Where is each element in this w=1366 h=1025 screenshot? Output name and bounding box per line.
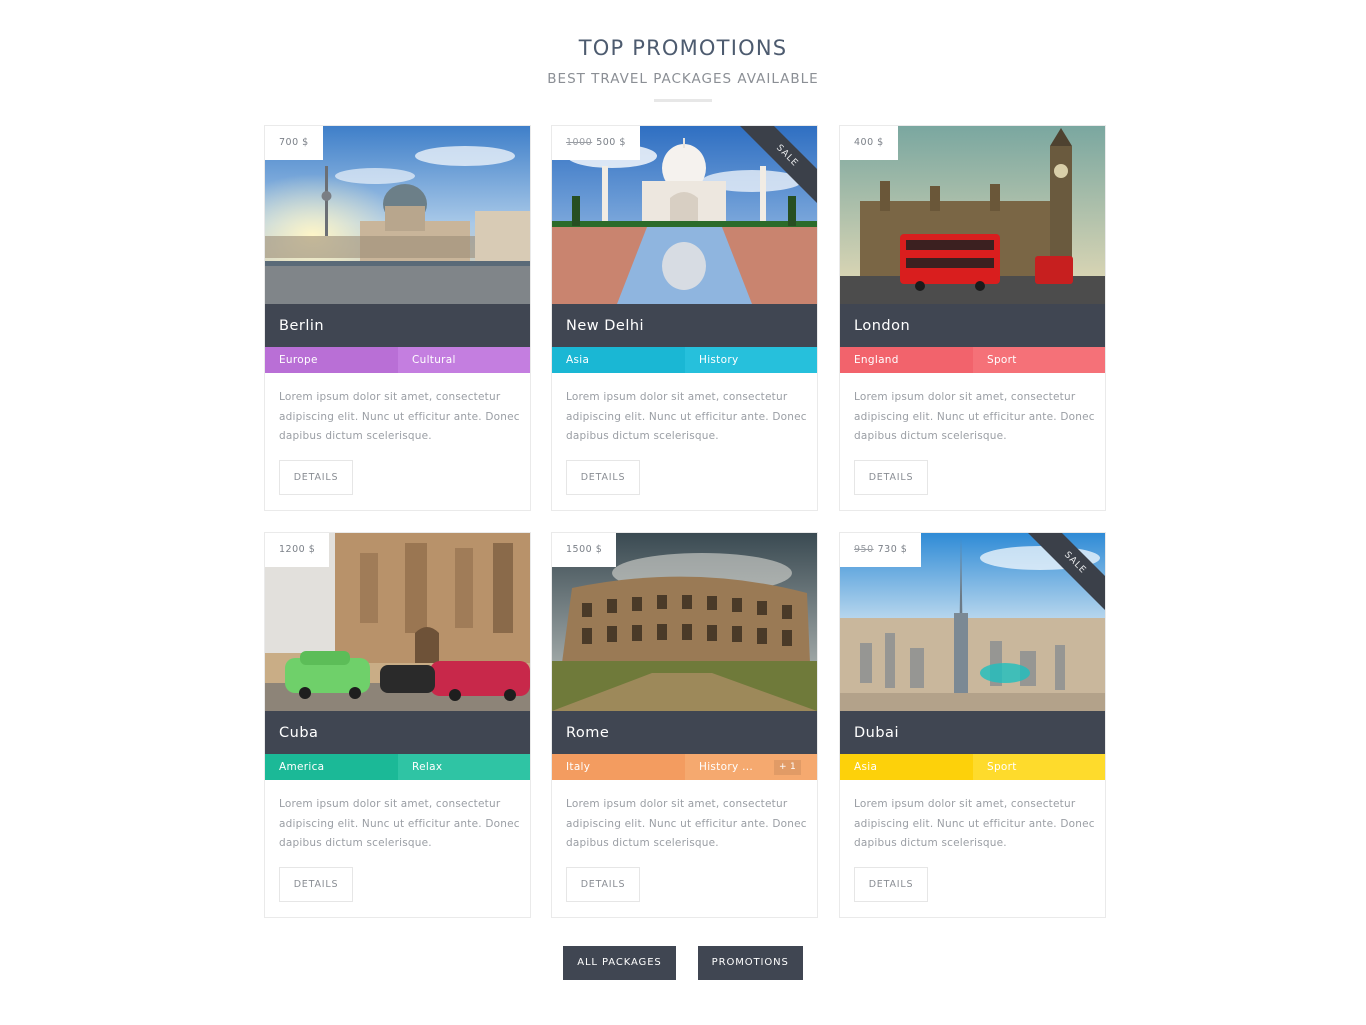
destination-name[interactable]: London bbox=[840, 304, 1105, 347]
tag-region[interactable]: Asia bbox=[840, 754, 973, 780]
price-badge: 1500 $ bbox=[552, 533, 617, 567]
tag-region[interactable]: Asia bbox=[552, 347, 685, 373]
tag-bar: Asia History bbox=[552, 347, 817, 373]
promo-card-berlin: 700 $ Berlin Europe Cultural Lorem ipsum… bbox=[264, 125, 531, 511]
destination-name[interactable]: Dubai bbox=[840, 711, 1105, 754]
old-price: 1000 bbox=[566, 137, 593, 148]
tag-category[interactable]: Sport bbox=[973, 347, 1105, 373]
page-title: TOP PROMOTIONS bbox=[578, 36, 788, 60]
more-tags-badge[interactable]: + 1 bbox=[773, 760, 801, 775]
price-badge: 400 $ bbox=[840, 126, 898, 160]
tag-bar: England Sport bbox=[840, 347, 1105, 373]
price-badge: 1000 500 $ bbox=[552, 126, 640, 160]
destination-name[interactable]: Rome bbox=[552, 711, 817, 754]
tag-category[interactable]: History bbox=[685, 347, 817, 373]
promo-card-rome: 1500 $ Rome Italy History ... + 1 Lorem … bbox=[551, 532, 818, 918]
promo-card-cuba: 1200 $ Cuba America Relax Lorem ipsum do… bbox=[264, 532, 531, 918]
details-button[interactable]: DETAILS bbox=[854, 867, 928, 902]
tag-category[interactable]: Relax bbox=[398, 754, 530, 780]
tag-category[interactable]: History ... + 1 bbox=[685, 754, 817, 780]
price-badge: 1200 $ bbox=[265, 533, 330, 567]
details-button[interactable]: DETAILS bbox=[566, 460, 640, 495]
details-button[interactable]: DETAILS bbox=[279, 867, 353, 902]
price-badge: 700 $ bbox=[265, 126, 323, 160]
promo-card-new-delhi: 1000 500 $ SALE New Delhi Asia History Lo… bbox=[551, 125, 818, 511]
destination-name[interactable]: Cuba bbox=[265, 711, 530, 754]
price-badge: 950 730 $ bbox=[840, 533, 922, 567]
price-value: 730 $ bbox=[877, 544, 908, 555]
tag-region[interactable]: England bbox=[840, 347, 973, 373]
tag-category[interactable]: Cultural bbox=[398, 347, 530, 373]
tag-category-label: History ... bbox=[699, 761, 754, 773]
promo-card-london: 400 $ London England Sport Lorem ipsum d… bbox=[839, 125, 1106, 511]
title-divider bbox=[654, 99, 712, 102]
old-price: 950 bbox=[854, 544, 874, 555]
details-button[interactable]: DETAILS bbox=[566, 867, 640, 902]
promotions-button[interactable]: PROMOTIONS bbox=[697, 946, 803, 980]
tag-bar: Europe Cultural bbox=[265, 347, 530, 373]
card-description: Lorem ipsum dolor sit amet, consectetur … bbox=[854, 798, 1095, 849]
card-description: Lorem ipsum dolor sit amet, consectetur … bbox=[279, 798, 520, 849]
tag-region[interactable]: America bbox=[265, 754, 398, 780]
card-description: Lorem ipsum dolor sit amet, consectetur … bbox=[854, 391, 1095, 442]
tag-bar: Italy History ... + 1 bbox=[552, 754, 817, 780]
section-header: TOP PROMOTIONS BEST TRAVEL PACKAGES AVAI… bbox=[0, 36, 1366, 102]
destination-name[interactable]: New Delhi bbox=[552, 304, 817, 347]
footer-actions: ALL PACKAGES PROMOTIONS bbox=[0, 946, 1366, 980]
destination-name[interactable]: Berlin bbox=[265, 304, 530, 347]
all-packages-button[interactable]: ALL PACKAGES bbox=[563, 946, 676, 980]
price-value: 1500 $ bbox=[566, 544, 603, 555]
tag-bar: America Relax bbox=[265, 754, 530, 780]
tag-bar: Asia Sport bbox=[840, 754, 1105, 780]
tag-region[interactable]: Italy bbox=[552, 754, 685, 780]
card-description: Lorem ipsum dolor sit amet, consectetur … bbox=[566, 391, 807, 442]
tag-region[interactable]: Europe bbox=[265, 347, 398, 373]
details-button[interactable]: DETAILS bbox=[279, 460, 353, 495]
promo-card-dubai: 950 730 $ SALE Dubai Asia Sport Lorem ips… bbox=[839, 532, 1106, 918]
price-value: 500 $ bbox=[596, 137, 626, 148]
details-button[interactable]: DETAILS bbox=[854, 460, 928, 495]
price-value: 400 $ bbox=[854, 137, 884, 148]
page-subtitle: BEST TRAVEL PACKAGES AVAILABLE bbox=[547, 71, 819, 87]
price-value: 700 $ bbox=[279, 137, 309, 148]
tag-category[interactable]: Sport bbox=[973, 754, 1105, 780]
card-description: Lorem ipsum dolor sit amet, consectetur … bbox=[279, 391, 520, 442]
card-description: Lorem ipsum dolor sit amet, consectetur … bbox=[566, 798, 807, 849]
price-value: 1200 $ bbox=[279, 544, 316, 555]
